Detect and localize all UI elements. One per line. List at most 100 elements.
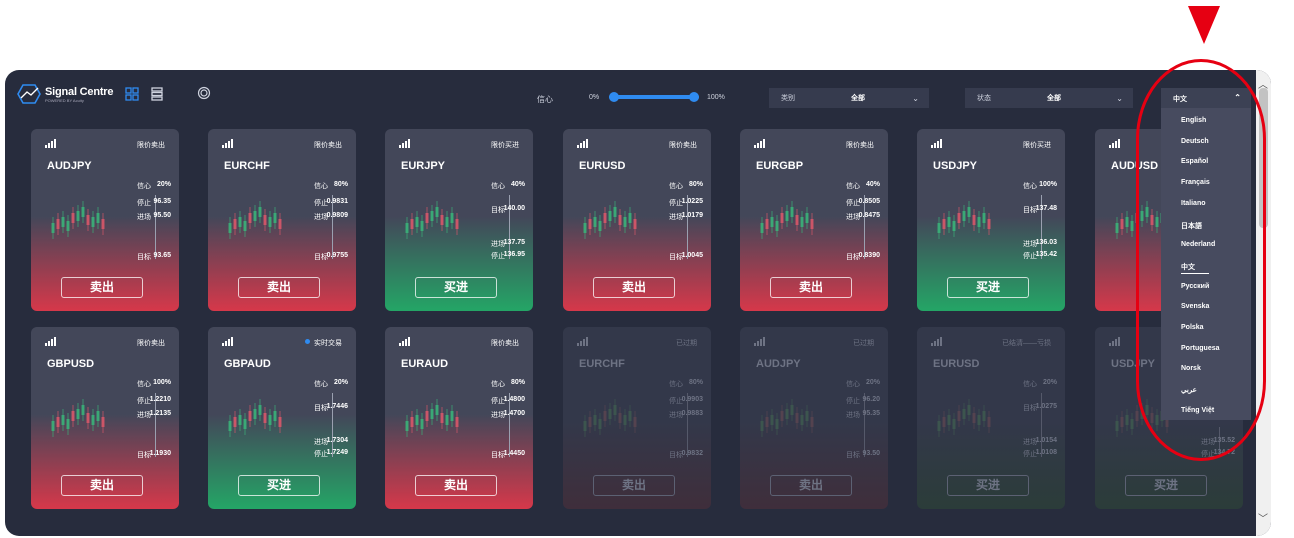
- candlestick-chart-icon: [51, 399, 105, 437]
- slider-min-handle[interactable]: [609, 92, 619, 102]
- order-type-label: 限价卖出: [137, 338, 165, 348]
- signal-strength-icon: [222, 337, 233, 346]
- confidence-max-label: 100%: [707, 94, 725, 101]
- signal-strength-icon: [399, 139, 410, 148]
- candlestick-chart-icon: [405, 201, 459, 239]
- currency-pair: USDJPY: [933, 160, 978, 172]
- confidence-slider[interactable]: [609, 92, 699, 102]
- stop-value: 1.0225: [681, 198, 703, 205]
- status-value: 全部: [1047, 95, 1061, 102]
- signal-card[interactable]: 限价卖出 AUDJPY 信心 20% 停止 96.35 进场 95.50 目标 93.65 卖出: [31, 129, 179, 311]
- order-type-text: 限价卖出: [669, 142, 697, 149]
- signal-card[interactable]: 限价买进 USDJPY 信心 100% 目标 137.48 进场 136.03 停止 135.42…: [917, 129, 1065, 311]
- signal-centre-app: Signal Centre POWERED BY Acuity 信心 0% 10…: [5, 70, 1271, 536]
- entry-value: 137.75: [503, 239, 525, 246]
- currency-pair: EURJPY: [401, 160, 446, 172]
- confidence-value: 80%: [510, 379, 525, 386]
- entry-value: 1.7304: [326, 437, 348, 444]
- confidence-value: 80%: [688, 379, 703, 386]
- order-type-label: 限价买进: [1023, 140, 1051, 150]
- chevron-down-icon: ⌄: [1116, 93, 1123, 103]
- order-type-label: 限价卖出: [491, 338, 519, 348]
- stop-value: 1.7249: [326, 449, 348, 456]
- order-type-text: 已过期: [853, 340, 874, 347]
- signal-strength-icon: [45, 139, 56, 148]
- signal-card[interactable]: 已过期 EURCHF 信心 80% 停止 0.9903 进场 0.9883 目标 0.9832 卖出: [563, 327, 711, 509]
- confidence-value: 20%: [1042, 379, 1057, 386]
- status-select[interactable]: 状态 全部 ⌄: [965, 88, 1133, 108]
- slider-max-handle[interactable]: [689, 92, 699, 102]
- signal-card[interactable]: 限价卖出 EURCHF 信心 80% 停止 0.9831 进场 0.9809 目标 0.9755 卖…: [208, 129, 356, 311]
- signal-card[interactable]: 限价卖出 EURUSD 信心 80% 停止 1.0225 进场 1.0179 目标 1.0045 卖…: [563, 129, 711, 311]
- target-value: 93.65: [153, 252, 171, 259]
- screenshot-stage: Signal Centre POWERED BY Acuity 信心 0% 10…: [0, 0, 1294, 538]
- confidence-value: 80%: [688, 181, 703, 188]
- currency-pair: AUDJPY: [756, 358, 801, 370]
- buy-button[interactable]: 买进: [415, 277, 497, 298]
- candlestick-chart-icon: [937, 201, 991, 239]
- stop-value: 96.35: [153, 198, 171, 205]
- confidence-value: 40%: [510, 181, 525, 188]
- entry-value: 1.2135: [149, 410, 171, 417]
- list-view-icon[interactable]: [150, 87, 164, 101]
- sell-button[interactable]: 卖出: [770, 277, 852, 298]
- sell-button[interactable]: 卖出: [593, 475, 675, 496]
- signal-card[interactable]: 限价买进 EURJPY 信心 40% 目标 140.00 进场 137.75 停止 136.95 买…: [385, 129, 533, 311]
- currency-pair: EURAUD: [401, 358, 449, 370]
- signal-strength-icon: [1109, 337, 1120, 346]
- currency-pair: AUDJPY: [47, 160, 92, 172]
- brand-logo[interactable]: Signal Centre POWERED BY Acuity: [17, 84, 114, 104]
- buy-button[interactable]: 买进: [238, 475, 320, 496]
- buy-button[interactable]: 买进: [947, 277, 1029, 298]
- signal-strength-icon: [577, 139, 588, 148]
- currency-pair: EURUSD: [933, 358, 980, 370]
- annotation-arrow: [1188, 6, 1220, 44]
- order-type-label: 限价卖出: [137, 140, 165, 150]
- order-type-label: 已结清——亏损: [1002, 338, 1051, 348]
- stop-value: 135.42: [1035, 251, 1057, 258]
- sell-button[interactable]: 卖出: [61, 475, 143, 496]
- stop-value: 0.8505: [858, 198, 880, 205]
- signal-strength-icon: [577, 337, 588, 346]
- confidence-label: 信心: [537, 95, 553, 104]
- grid-view-icon[interactable]: [125, 87, 139, 101]
- signal-card[interactable]: 限价卖出 GBPUSD 信心 100% 停止 1.2210 进场 1.2135 目标 1.1930…: [31, 327, 179, 509]
- buy-button[interactable]: 买进: [1125, 475, 1207, 496]
- target-value: 0.9832: [681, 450, 703, 457]
- signal-card[interactable]: 限价卖出 EURGBP 信心 40% 停止 0.8505 进场 0.8475 目标 0.8390 卖…: [740, 129, 888, 311]
- currency-pair: GBPAUD: [224, 358, 271, 370]
- category-select[interactable]: 类别 全部 ⌄: [769, 88, 929, 108]
- top-toolbar: Signal Centre POWERED BY Acuity 信心 0% 10…: [5, 70, 1255, 120]
- signal-card[interactable]: 限价卖出 EURAUD 信心 80% 停止 1.4800 进场 1.4700 目标 1.4450 卖…: [385, 327, 533, 509]
- signal-card[interactable]: 已结清——亏损 EURUSD 信心 20% 目标 1.0275 进场 1.0154 停止 1.01…: [917, 327, 1065, 509]
- sell-button[interactable]: 卖出: [238, 277, 320, 298]
- order-type-label: 实时交易: [305, 338, 342, 348]
- target-value: 0.8390: [858, 252, 880, 259]
- confidence-value: 40%: [865, 181, 880, 188]
- signal-strength-icon: [931, 139, 942, 148]
- signal-card[interactable]: 已过期 AUDJPY 信心 20% 停止 96.20 进场 95.35 目标 93.50 卖出: [740, 327, 888, 509]
- target-value: 0.9755: [326, 252, 348, 259]
- target-icon[interactable]: [197, 86, 211, 100]
- target-value: 1.0275: [1035, 403, 1057, 410]
- entry-value: 95.35: [862, 410, 880, 417]
- currency-pair: EURCHF: [579, 358, 625, 370]
- candlestick-chart-icon: [51, 201, 105, 239]
- sell-button[interactable]: 卖出: [593, 277, 675, 298]
- sell-button[interactable]: 卖出: [415, 475, 497, 496]
- candlestick-chart-icon: [405, 399, 459, 437]
- entry-value: 95.50: [153, 212, 171, 219]
- scroll-down-icon[interactable]: ﹀: [1258, 510, 1268, 525]
- sell-button[interactable]: 卖出: [770, 475, 852, 496]
- buy-button[interactable]: 买进: [947, 475, 1029, 496]
- confidence-min-label: 0%: [589, 94, 600, 101]
- order-type-label: 限价卖出: [669, 140, 697, 150]
- sell-button[interactable]: 卖出: [61, 277, 143, 298]
- entry-value: 136.03: [1035, 239, 1057, 246]
- stop-value: 96.20: [862, 396, 880, 403]
- target-value: 1.4450: [503, 450, 525, 457]
- order-type-text: 限价卖出: [137, 142, 165, 149]
- signal-card[interactable]: 实时交易 GBPAUD 信心 20% 目标 1.7446 进场 1.7304 停止 1.7249 买…: [208, 327, 356, 509]
- candlestick-chart-icon: [760, 201, 814, 239]
- candlestick-chart-icon: [760, 399, 814, 437]
